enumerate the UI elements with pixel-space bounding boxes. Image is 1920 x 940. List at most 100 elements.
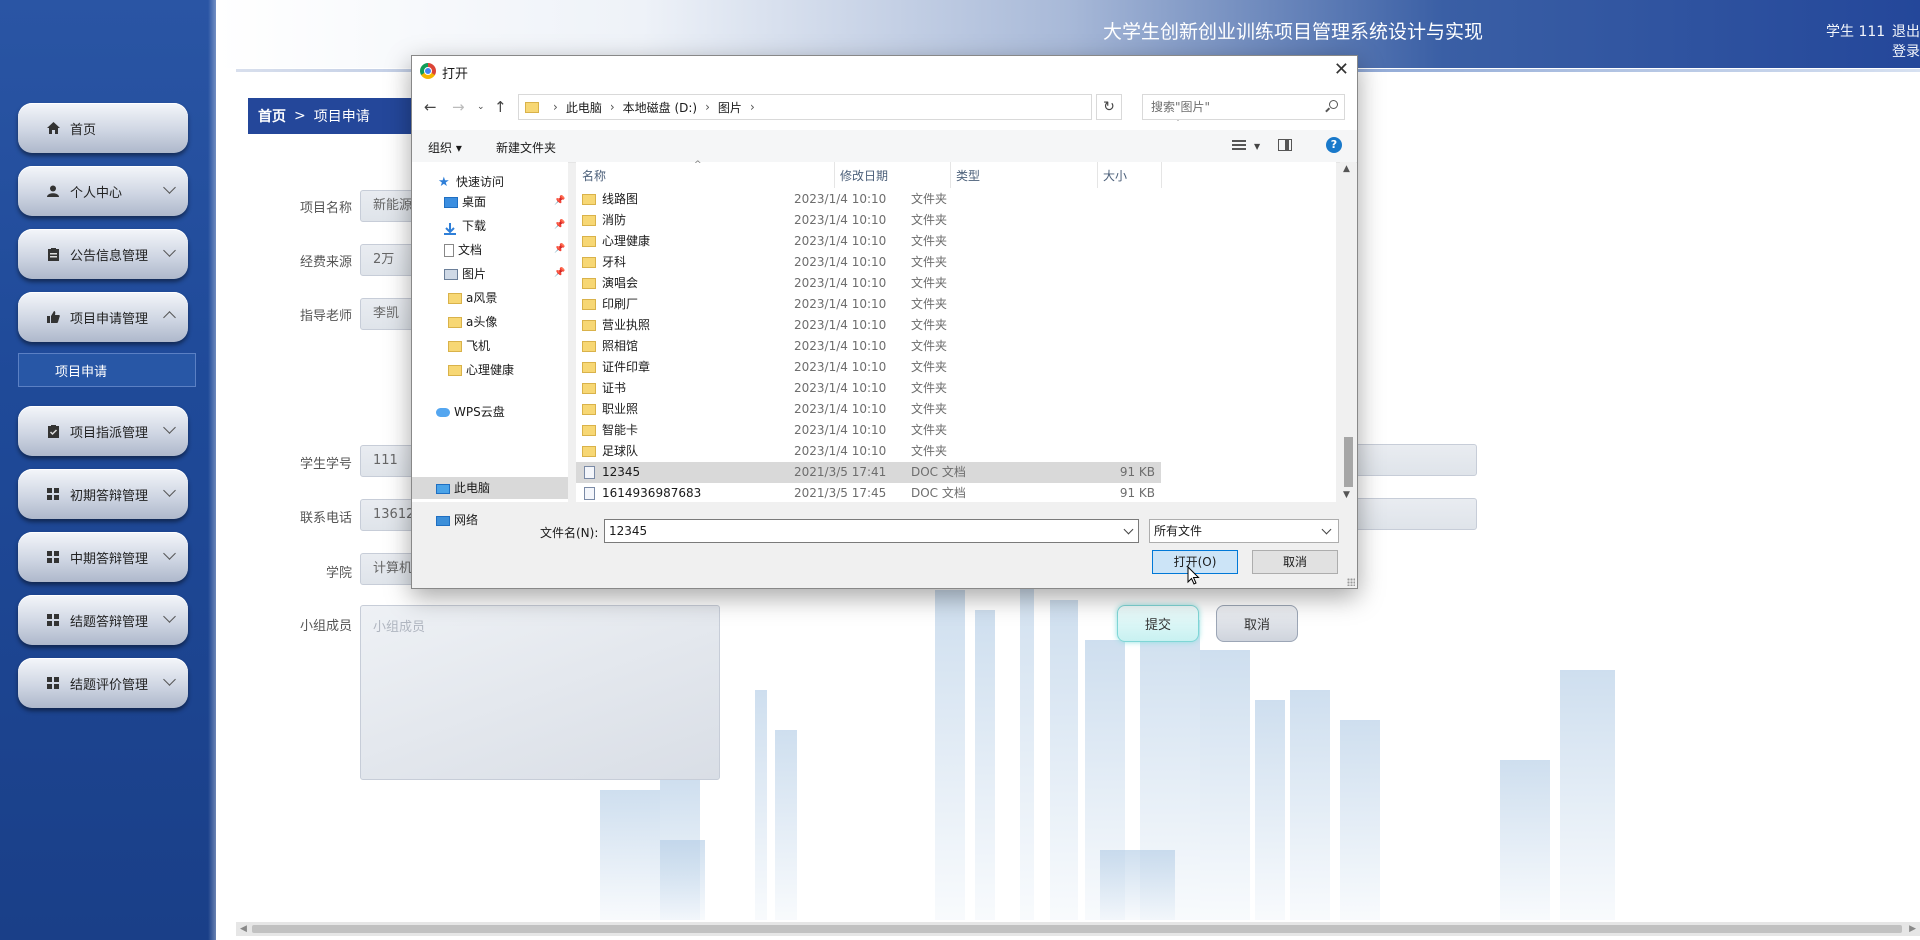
file-row[interactable]: 营业执照 2023/1/4 10:10 文件夹	[576, 315, 1161, 336]
tree-item-downloads[interactable]: 下载	[444, 216, 486, 236]
scroll-up-icon[interactable]: ▲	[1343, 164, 1350, 174]
file-row[interactable]: 消防 2023/1/4 10:10 文件夹	[576, 210, 1161, 231]
tree-item-folder[interactable]: 心理健康	[448, 360, 514, 380]
current-user: 学生 111	[1826, 24, 1886, 40]
organize-menu[interactable]: 组织 ▾	[428, 139, 462, 156]
view-options-icon[interactable]	[1232, 140, 1246, 150]
filetype-select[interactable]: 所有文件	[1149, 519, 1339, 543]
column-date[interactable]: 修改日期	[840, 167, 888, 184]
scroll-right-icon[interactable]: ▶	[1909, 924, 1916, 934]
forward-arrow-icon[interactable]: →	[452, 98, 465, 116]
cancel-button[interactable]: 取消	[1216, 605, 1298, 642]
scroll-thumb[interactable]	[252, 925, 1902, 933]
file-list-scrollbar[interactable]: ▲ ▼	[1340, 162, 1356, 502]
tree-item-folder[interactable]: a头像	[448, 312, 497, 332]
column-size[interactable]: 大小	[1103, 167, 1127, 184]
logout-link[interactable]: 退出登录	[1892, 21, 1920, 61]
document-icon	[584, 466, 595, 479]
breadcrumb-current: 项目申请	[313, 109, 370, 125]
column-name[interactable]: 名称	[582, 167, 606, 184]
path-segment[interactable]: 图片	[718, 99, 742, 116]
file-row[interactable]: 1614936987683 2021/3/5 17:45 DOC 文档 91 KB	[576, 483, 1161, 504]
folder-icon	[582, 446, 596, 457]
members-textarea[interactable]: 小组成员	[360, 605, 720, 780]
dialog-toolbar: 组织 ▾ 新建文件夹 ▼ ?	[412, 130, 1357, 163]
nav-final-evaluation-management[interactable]: 结题评价管理	[18, 658, 188, 708]
tree-item-desktop[interactable]: 桌面	[444, 192, 486, 212]
scroll-left-icon[interactable]: ◀	[240, 924, 247, 934]
project-name-label: 项目名称	[300, 201, 353, 216]
tree-item-this-pc[interactable]: 此电脑	[436, 478, 490, 498]
dialog-titlebar[interactable]: 打开 ✕	[412, 56, 1357, 86]
chevron-down-icon	[1321, 524, 1332, 535]
nav-initial-defense-management[interactable]: 初期答辩管理	[18, 469, 188, 519]
members-label: 小组成员	[300, 619, 353, 634]
submit-button[interactable]: 提交	[1117, 605, 1199, 642]
file-row[interactable]: 证件印章 2023/1/4 10:10 文件夹	[576, 357, 1161, 378]
filename-input[interactable]: 12345	[604, 519, 1139, 543]
new-folder-button[interactable]: 新建文件夹	[496, 139, 556, 156]
file-date: 2021/3/5 17:41	[794, 465, 887, 479]
dialog-cancel-button[interactable]: 取消	[1252, 550, 1338, 574]
back-arrow-icon[interactable]: ←	[424, 98, 437, 116]
nav-home[interactable]: 首页	[18, 103, 188, 153]
tree-item-pictures[interactable]: 图片	[444, 264, 486, 284]
file-row[interactable]: 智能卡 2023/1/4 10:10 文件夹	[576, 420, 1161, 441]
file-type: 文件夹	[911, 255, 948, 269]
tree-item-wps-cloud[interactable]: WPS云盘	[436, 402, 505, 422]
nav-notice-management[interactable]: 公告信息管理	[18, 229, 188, 279]
file-name: 1614936987683	[602, 486, 702, 500]
tree-item-folder[interactable]: a风景	[448, 288, 497, 308]
filename-label: 文件名(N):	[540, 526, 599, 540]
nav-sub-item-project-application[interactable]: 项目申请	[18, 353, 196, 387]
nav-label: 项目指派管理	[70, 425, 149, 441]
breadcrumb-home[interactable]: 首页	[258, 106, 286, 126]
file-type: 文件夹	[911, 402, 948, 416]
preview-pane-icon[interactable]	[1278, 139, 1292, 151]
nav-label: 结题答辩管理	[70, 614, 149, 630]
file-row[interactable]: 足球队 2023/1/4 10:10 文件夹	[576, 441, 1161, 462]
chevron-down-icon	[163, 610, 176, 623]
tree-item-folder[interactable]: 飞机	[448, 336, 490, 356]
close-icon[interactable]: ✕	[1334, 59, 1349, 80]
folder-icon	[582, 299, 596, 310]
path-segment[interactable]: 本地磁盘 (D:)	[623, 99, 697, 116]
resize-grip-icon[interactable]	[1347, 578, 1355, 586]
file-row[interactable]: 12345 2021/3/5 17:41 DOC 文档 91 KB	[576, 462, 1161, 483]
chevron-down-icon[interactable]	[1123, 524, 1134, 535]
file-size: 91 KB	[1119, 486, 1155, 500]
file-row[interactable]: 照相馆 2023/1/4 10:10 文件夹	[576, 336, 1161, 357]
nav-personal-center[interactable]: 个人中心	[18, 166, 188, 216]
page-horizontal-scrollbar[interactable]: ◀ ▶	[236, 922, 1920, 936]
folder-icon	[582, 425, 596, 436]
file-row[interactable]: 心理健康 2023/1/4 10:10 文件夹	[576, 231, 1161, 252]
nav-project-application-management[interactable]: 项目申请管理	[18, 292, 188, 342]
recent-dropdown-icon[interactable]: ⌄	[477, 102, 485, 112]
file-type: 文件夹	[911, 276, 948, 290]
help-icon[interactable]: ?	[1326, 137, 1342, 153]
file-row[interactable]: 线路图 2023/1/4 10:10 文件夹	[576, 189, 1161, 210]
file-row[interactable]: 职业照 2023/1/4 10:10 文件夹	[576, 399, 1161, 420]
tree-item-quick-access[interactable]: ★ 快速访问	[438, 172, 504, 192]
search-input[interactable]: 搜索"图片"	[1142, 94, 1345, 120]
file-date: 2023/1/4 10:10	[794, 360, 887, 374]
nav-final-defense-management[interactable]: 结题答辩管理	[18, 595, 188, 645]
refresh-icon[interactable]: ↻	[1096, 94, 1122, 120]
cloud-icon	[436, 408, 450, 417]
scroll-down-icon[interactable]: ▼	[1343, 490, 1350, 500]
column-type[interactable]: 类型	[956, 167, 980, 184]
nav-midterm-defense-management[interactable]: 中期答辩管理	[18, 532, 188, 582]
file-row[interactable]: 印刷厂 2023/1/4 10:10 文件夹	[576, 294, 1161, 315]
up-arrow-icon[interactable]: ↑	[494, 98, 507, 116]
view-dropdown-icon[interactable]: ▼	[1254, 142, 1260, 151]
path-segment[interactable]: 此电脑	[566, 99, 602, 116]
file-row[interactable]: 牙科 2023/1/4 10:10 文件夹	[576, 252, 1161, 273]
address-bar[interactable]: › 此电脑 › 本地磁盘 (D:) › 图片 ›	[518, 94, 1184, 121]
scroll-thumb[interactable]	[1344, 437, 1353, 487]
tree-item-documents[interactable]: 文档	[444, 240, 482, 260]
nav-project-assignment-management[interactable]: 项目指派管理	[18, 406, 188, 456]
file-row[interactable]: 证书 2023/1/4 10:10 文件夹	[576, 378, 1161, 399]
file-row[interactable]: 演唱会 2023/1/4 10:10 文件夹	[576, 273, 1161, 294]
tree-item-network[interactable]: 网络	[436, 510, 478, 530]
folder-icon	[448, 341, 462, 352]
